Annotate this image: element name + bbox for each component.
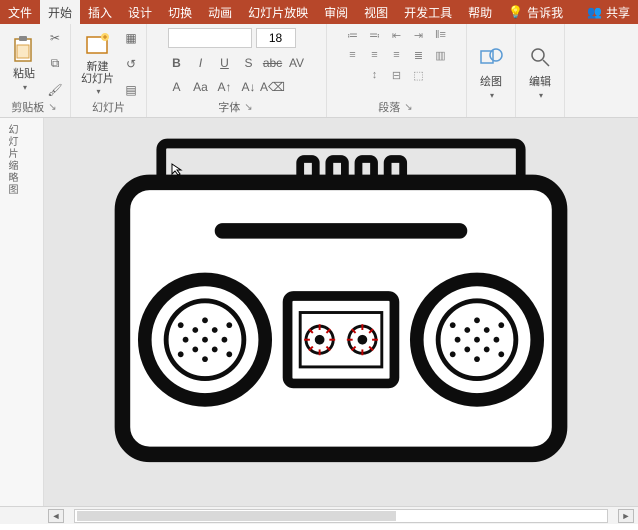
dialog-launcher-icon[interactable]: ↘ bbox=[402, 102, 414, 113]
group-label-slides: 幻灯片 bbox=[92, 99, 125, 115]
group-drawing: 绘图 ▾ bbox=[467, 24, 516, 117]
chevron-down-icon: ▾ bbox=[490, 91, 494, 100]
numbering-button[interactable]: ≕ bbox=[367, 28, 383, 42]
group-slides: 新建 幻灯片 ▾ ▦ ↺ ▤ 幻灯片 bbox=[71, 24, 147, 117]
copy-icon[interactable]: ⧉ bbox=[46, 55, 64, 73]
dialog-launcher-icon[interactable]: ↘ bbox=[46, 102, 58, 113]
tell-me-label: 告诉我 bbox=[527, 4, 563, 21]
tab-home[interactable]: 开始 bbox=[40, 0, 80, 24]
bold-button[interactable]: B bbox=[168, 54, 186, 72]
new-slide-label: 新建 幻灯片 bbox=[81, 61, 114, 85]
change-case-button[interactable]: Aa bbox=[192, 78, 210, 96]
shrink-font-button[interactable]: A↓ bbox=[240, 78, 258, 96]
shadow-button[interactable]: S bbox=[240, 54, 258, 72]
horizontal-scrollbar[interactable]: ◄ ► bbox=[0, 506, 638, 524]
thumbnail-pane[interactable]: 幻灯片缩略图 bbox=[0, 118, 44, 506]
font-size-input[interactable]: 18 bbox=[256, 28, 296, 48]
slide-canvas[interactable] bbox=[44, 118, 638, 506]
paste-label: 粘贴 bbox=[13, 65, 35, 81]
ribbon: 粘贴 ▾ ✂ ⧉ 🖌 剪贴板↘ 新建 幻灯片 ▾ ▦ ↺ bbox=[0, 24, 638, 118]
font-name-input[interactable] bbox=[168, 28, 252, 48]
share-label: 共享 bbox=[606, 4, 630, 21]
align-left-button[interactable]: ≡ bbox=[345, 48, 361, 62]
scroll-thumb[interactable] bbox=[77, 511, 396, 521]
underline-button[interactable]: U bbox=[216, 54, 234, 72]
chevron-down-icon: ▾ bbox=[539, 91, 543, 100]
new-slide-icon bbox=[84, 31, 112, 59]
shapes-icon bbox=[477, 43, 505, 71]
lightbulb-icon: 💡 bbox=[508, 5, 523, 19]
tab-design[interactable]: 设计 bbox=[120, 0, 160, 24]
share-icon: 👥 bbox=[587, 5, 602, 19]
italic-button[interactable]: I bbox=[192, 54, 210, 72]
cut-icon[interactable]: ✂ bbox=[46, 29, 64, 47]
tab-review[interactable]: 审阅 bbox=[316, 0, 356, 24]
paste-button[interactable]: 粘贴 ▾ bbox=[6, 33, 42, 94]
dialog-launcher-icon[interactable]: ↘ bbox=[242, 102, 254, 113]
edit-area: 幻灯片缩略图 bbox=[0, 118, 638, 506]
columns-button[interactable]: ▥ bbox=[433, 48, 449, 62]
thumbnail-pane-label: 幻灯片缩略图 bbox=[0, 118, 23, 202]
scroll-right-button[interactable]: ► bbox=[618, 509, 634, 523]
tab-file[interactable]: 文件 bbox=[0, 0, 40, 24]
tab-transition[interactable]: 切换 bbox=[160, 0, 200, 24]
group-label-font: 字体↘ bbox=[218, 99, 254, 115]
scroll-track[interactable] bbox=[74, 509, 608, 523]
section-icon[interactable]: ▤ bbox=[122, 81, 140, 99]
scroll-left-button[interactable]: ◄ bbox=[48, 509, 64, 523]
align-text-button[interactable]: ⊟ bbox=[389, 68, 405, 82]
reset-icon[interactable]: ↺ bbox=[122, 55, 140, 73]
tab-slideshow[interactable]: 幻灯片放映 bbox=[240, 0, 316, 24]
text-direction-button[interactable]: ↕ bbox=[367, 68, 383, 82]
line-spacing-button[interactable]: ‖≡ bbox=[433, 28, 449, 42]
chevron-down-icon: ▾ bbox=[96, 87, 100, 96]
group-editing: 编辑 ▾ bbox=[516, 24, 565, 117]
slide-tools: ▦ ↺ ▤ bbox=[122, 29, 140, 99]
indent-dec-button[interactable]: ⇤ bbox=[389, 28, 405, 42]
bullets-button[interactable]: ≔ bbox=[345, 28, 361, 42]
group-font: 18 B I U S abc AV A Aa A↑ A↓ A⌫ 字体↘ bbox=[147, 24, 327, 117]
layout-icon[interactable]: ▦ bbox=[122, 29, 140, 47]
clipboard-icon bbox=[10, 35, 38, 63]
boombox-illustration[interactable] bbox=[61, 126, 621, 466]
tab-animation[interactable]: 动画 bbox=[200, 0, 240, 24]
clipboard-tools: ✂ ⧉ 🖌 bbox=[46, 29, 64, 99]
justify-button[interactable]: ≣ bbox=[411, 48, 427, 62]
editing-button[interactable]: 编辑 ▾ bbox=[522, 41, 558, 102]
grow-font-button[interactable]: A↑ bbox=[216, 78, 234, 96]
clear-format-button[interactable]: A⌫ bbox=[264, 78, 282, 96]
tab-insert[interactable]: 插入 bbox=[80, 0, 120, 24]
indent-inc-button[interactable]: ⇥ bbox=[411, 28, 427, 42]
tell-me[interactable]: 💡 告诉我 bbox=[500, 0, 571, 24]
editing-label: 编辑 bbox=[529, 73, 551, 89]
group-label-paragraph: 段落↘ bbox=[378, 99, 414, 115]
smartart-button[interactable]: ⬚ bbox=[411, 68, 427, 82]
drawing-label: 绘图 bbox=[480, 73, 502, 89]
ribbon-tabs: 文件 开始 插入 设计 切换 动画 幻灯片放映 审阅 视图 开发工具 帮助 💡 … bbox=[0, 0, 638, 24]
new-slide-button[interactable]: 新建 幻灯片 ▾ bbox=[77, 29, 118, 98]
search-icon bbox=[526, 43, 554, 71]
tab-help[interactable]: 帮助 bbox=[460, 0, 500, 24]
spacing-button[interactable]: AV bbox=[288, 54, 306, 72]
font-color-button[interactable]: A bbox=[168, 78, 186, 96]
align-right-button[interactable]: ≡ bbox=[389, 48, 405, 62]
tab-view[interactable]: 视图 bbox=[356, 0, 396, 24]
tab-dev[interactable]: 开发工具 bbox=[396, 0, 460, 24]
group-paragraph: ≔ ≕ ⇤ ⇥ ‖≡ ≡ ≡ ≡ ≣ ▥ ↕ ⊟ ⬚ 段落↘ bbox=[327, 24, 467, 117]
strike-button[interactable]: abc bbox=[264, 54, 282, 72]
align-center-button[interactable]: ≡ bbox=[367, 48, 383, 62]
group-label-clipboard: 剪贴板↘ bbox=[11, 99, 58, 115]
chevron-down-icon: ▾ bbox=[23, 83, 27, 92]
format-painter-icon[interactable]: 🖌 bbox=[46, 81, 64, 99]
share-button[interactable]: 👥 共享 bbox=[579, 0, 638, 24]
group-clipboard: 粘贴 ▾ ✂ ⧉ 🖌 剪贴板↘ bbox=[0, 24, 71, 117]
drawing-button[interactable]: 绘图 ▾ bbox=[473, 41, 509, 102]
